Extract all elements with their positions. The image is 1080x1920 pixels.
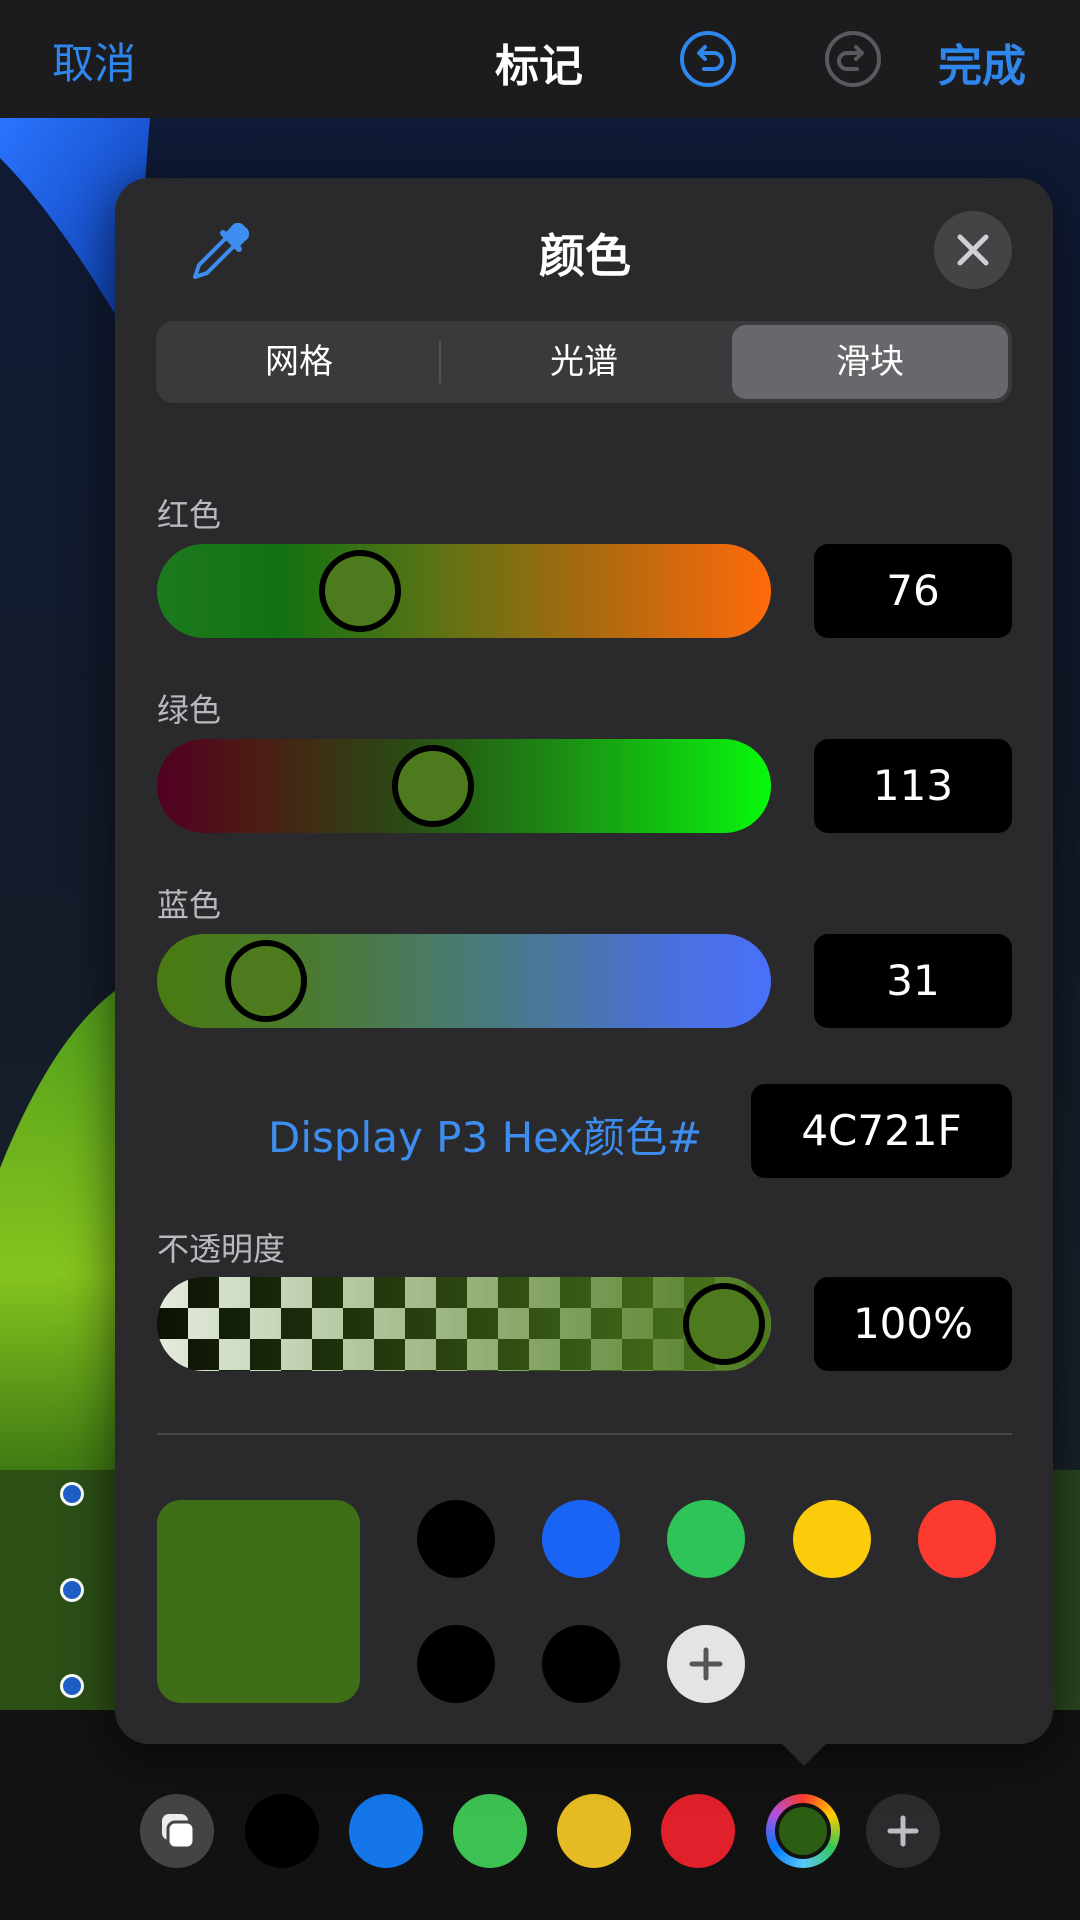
saved-color-swatch[interactable] xyxy=(542,1500,620,1578)
redo-icon[interactable] xyxy=(823,29,883,89)
saved-color-swatch[interactable] xyxy=(918,1500,996,1578)
opacity-slider[interactable] xyxy=(157,1277,771,1371)
selection-handle[interactable] xyxy=(60,1482,84,1506)
saved-color-swatch[interactable] xyxy=(667,1500,745,1578)
layers-button[interactable] xyxy=(140,1794,214,1868)
page-title: 标记 xyxy=(495,41,583,92)
selection-handle[interactable] xyxy=(60,1674,84,1698)
current-color-preview xyxy=(157,1500,360,1703)
plus-icon xyxy=(887,1815,919,1847)
blue-label: 蓝色 xyxy=(157,886,222,924)
saved-color-swatch[interactable] xyxy=(417,1500,495,1578)
opacity-value-field[interactable]: 100% xyxy=(814,1277,1012,1371)
green-label: 绿色 xyxy=(157,691,222,729)
selected-color-indicator xyxy=(775,1803,831,1859)
add-swatch-button[interactable] xyxy=(667,1625,745,1703)
layers-icon xyxy=(162,1814,196,1850)
color-picker-button[interactable] xyxy=(766,1794,840,1868)
saved-color-swatch[interactable] xyxy=(542,1625,620,1703)
tab-grid[interactable]: 网格 xyxy=(160,325,438,399)
palette-color-yellow[interactable] xyxy=(557,1794,631,1868)
saved-color-swatch[interactable] xyxy=(417,1625,495,1703)
palette-color-green[interactable] xyxy=(453,1794,527,1868)
undo-icon[interactable] xyxy=(678,29,738,89)
add-color-button[interactable] xyxy=(866,1794,940,1868)
red-value-field[interactable]: 76 xyxy=(814,544,1012,638)
hex-value-field[interactable]: 4C721F xyxy=(751,1084,1012,1178)
selection-handle[interactable] xyxy=(60,1578,84,1602)
tab-sliders[interactable]: 滑块 xyxy=(732,325,1008,399)
opacity-slider-thumb[interactable] xyxy=(683,1283,765,1365)
blue-value-field[interactable]: 31 xyxy=(814,934,1012,1028)
green-slider-thumb[interactable] xyxy=(391,745,474,827)
close-button[interactable] xyxy=(934,211,1012,289)
done-button[interactable]: 完成 xyxy=(938,30,1026,94)
blue-slider-thumb[interactable] xyxy=(225,940,308,1022)
top-bar: 取消 标记 完成 xyxy=(0,0,1080,118)
mode-segmented-control: 网格 光谱 滑块 xyxy=(156,321,1012,403)
plus-icon xyxy=(689,1647,723,1681)
palette-color-black[interactable] xyxy=(245,1794,319,1868)
saved-color-swatch[interactable] xyxy=(793,1500,871,1578)
eyedropper-icon[interactable] xyxy=(187,213,259,285)
popover-title: 颜色 xyxy=(539,229,631,283)
opacity-gradient xyxy=(157,1277,771,1371)
red-slider-thumb[interactable] xyxy=(319,550,401,632)
cancel-button[interactable]: 取消 xyxy=(52,30,136,91)
tab-spectrum[interactable]: 光谱 xyxy=(441,325,727,399)
hex-label[interactable]: Display P3 Hex颜色# xyxy=(268,1104,702,1165)
red-slider[interactable] xyxy=(157,544,771,638)
popover-arrow xyxy=(778,1740,830,1766)
divider xyxy=(157,1433,1012,1435)
palette-color-red[interactable] xyxy=(661,1794,735,1868)
green-value-field[interactable]: 113 xyxy=(814,739,1012,833)
palette-color-blue[interactable] xyxy=(349,1794,423,1868)
red-label: 红色 xyxy=(157,496,222,534)
opacity-label: 不透明度 xyxy=(157,1230,286,1268)
close-icon xyxy=(957,234,989,266)
